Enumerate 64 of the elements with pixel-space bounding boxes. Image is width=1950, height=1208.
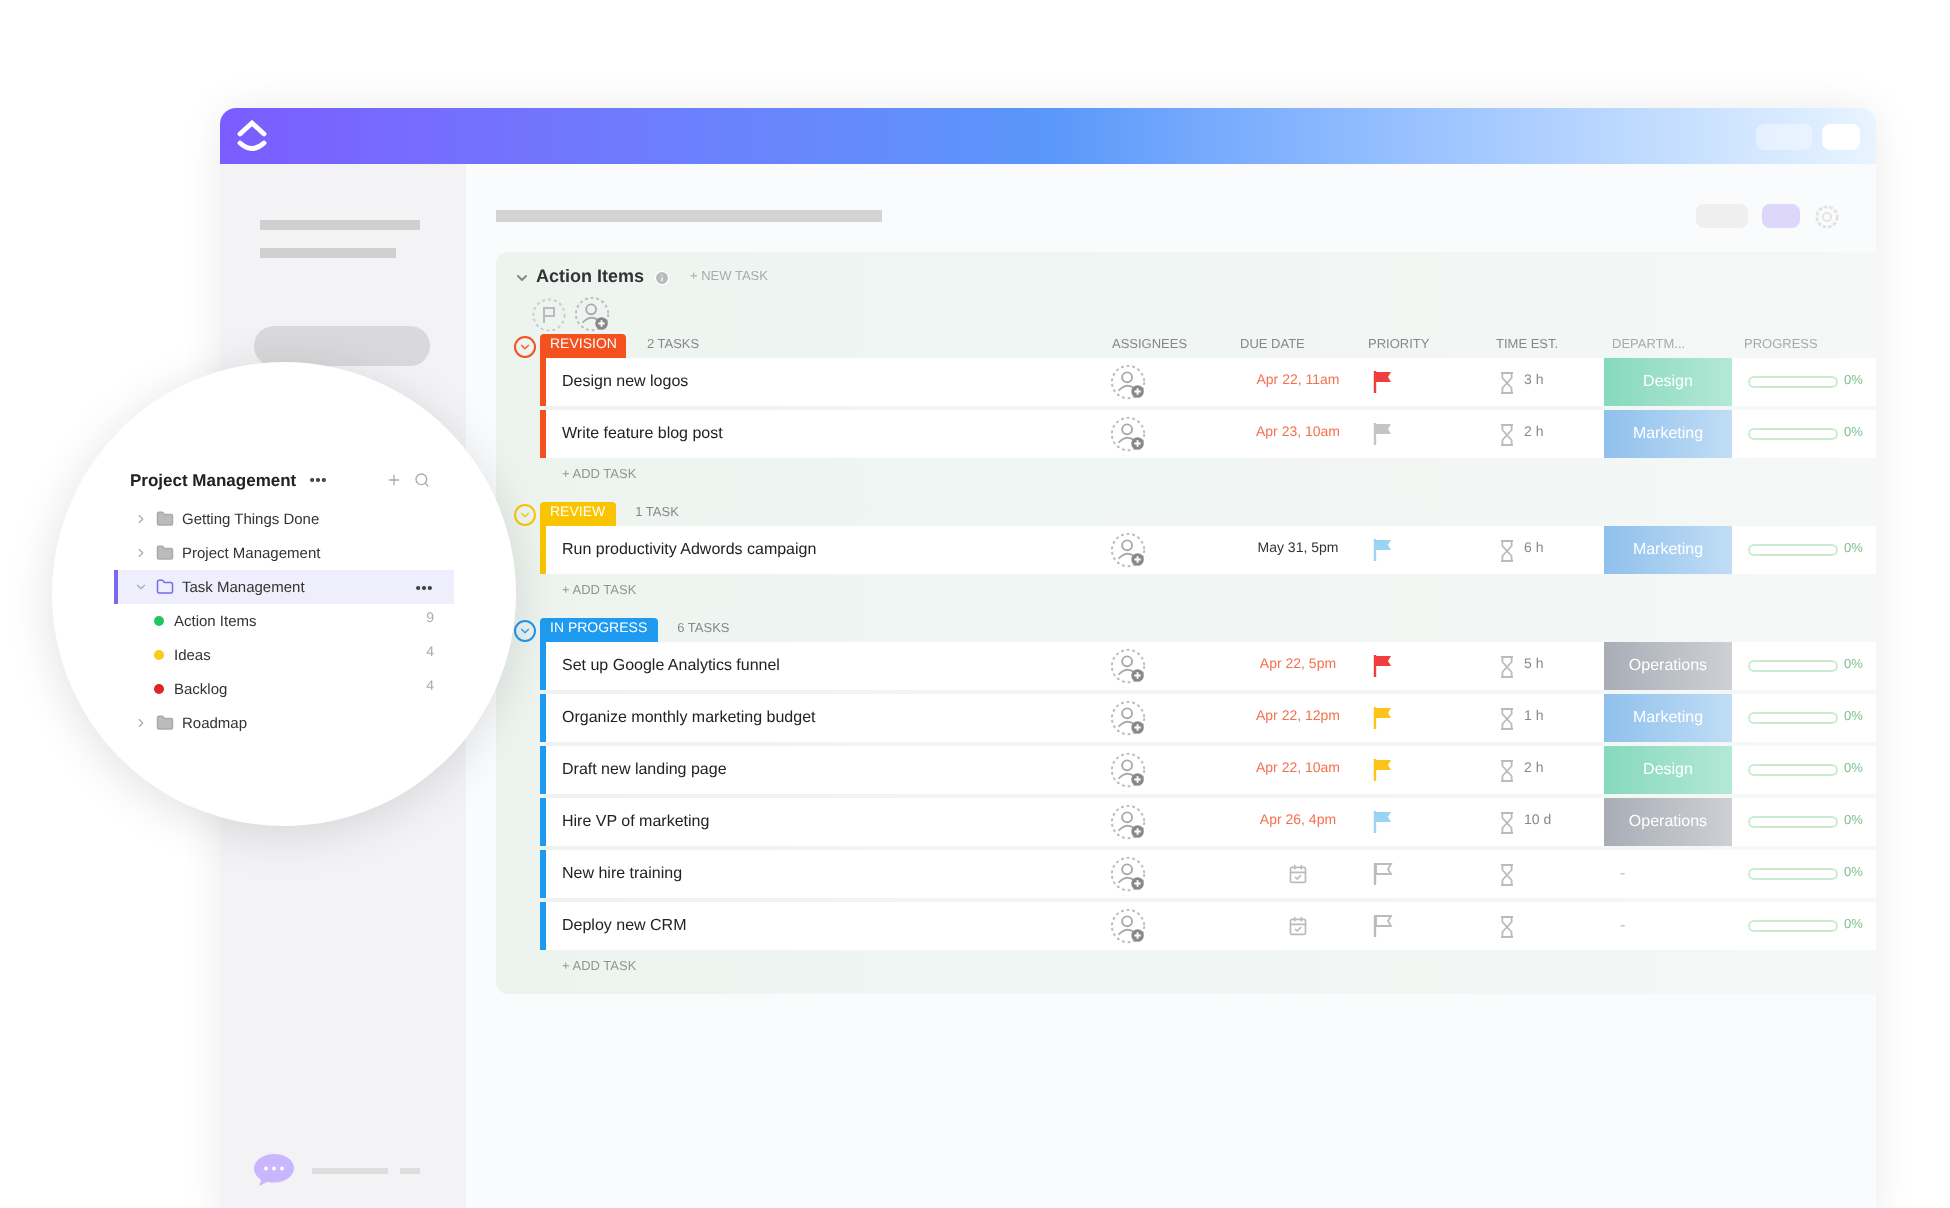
add-assignee-icon[interactable] [1110,751,1148,789]
hourglass-icon [1500,371,1514,393]
flag-icon[interactable] [1372,862,1394,886]
toolbar-button[interactable] [1762,204,1800,228]
caret-icon[interactable] [134,512,148,526]
placeholder-bar [260,248,396,258]
task-name[interactable]: Organize monthly marketing budget [546,706,1102,730]
hourglass-icon [1500,655,1514,677]
caret-icon[interactable] [134,546,148,560]
search-icon[interactable] [414,472,430,488]
top-bar-button[interactable] [1822,123,1860,149]
caret-icon[interactable] [134,716,148,730]
calendar-icon[interactable] [1288,864,1308,884]
add-assignee-icon[interactable] [1110,647,1148,685]
task-name[interactable]: Deploy new CRM [546,914,1102,938]
task-name[interactable]: Set up Google Analytics funnel [546,654,1102,678]
folder-icon [156,578,174,596]
task-name[interactable]: Draft new landing page [546,758,1102,782]
task-name[interactable]: Hire VP of marketing [546,810,1102,834]
task-name[interactable]: Design new logos [546,370,1102,394]
search-field[interactable] [254,326,430,366]
add-assignee-icon[interactable] [1110,803,1148,841]
top-bar-button[interactable] [1756,123,1812,149]
chat-icon[interactable] [252,1152,296,1188]
folder-icon [156,714,174,732]
flag-icon[interactable] [1372,370,1394,394]
collapse-icon[interactable] [514,335,536,357]
task-name[interactable]: Run productivity Adwords campaign [546,538,1102,562]
folder-icon [156,544,174,562]
task-name[interactable]: Write feature blog post [546,422,1102,446]
folder-icon [156,510,174,528]
list-title: Action Items [536,264,645,291]
space-title: Project Management [130,467,297,493]
collapse-icon[interactable] [514,503,536,525]
hourglass-icon [1500,759,1514,781]
flag-filter-icon[interactable] [532,297,566,331]
logo-icon [236,118,268,154]
hourglass-icon [1500,863,1514,885]
add-assignee-icon[interactable] [1110,531,1148,569]
flag-icon[interactable] [1372,654,1394,678]
add-assignee-icon[interactable] [1110,907,1148,945]
flag-icon[interactable] [1372,538,1394,562]
add-icon[interactable] [386,472,402,488]
task-name[interactable]: New hire training [546,862,1102,886]
add-assignee-icon[interactable] [1110,363,1148,401]
add-assignee-icon[interactable] [574,295,612,333]
hourglass-icon [1500,707,1514,729]
settings-icon[interactable] [1814,203,1840,229]
hourglass-icon [1500,539,1514,561]
add-assignee-icon[interactable] [1110,415,1148,453]
flag-icon[interactable] [1372,422,1394,446]
hourglass-icon [1500,811,1514,833]
add-assignee-icon[interactable] [1110,699,1148,737]
flag-icon[interactable] [1372,810,1394,834]
add-assignee-icon[interactable] [1110,855,1148,893]
hourglass-icon [1500,915,1514,937]
flag-icon[interactable] [1372,758,1394,782]
calendar-icon[interactable] [1288,916,1308,936]
flag-icon[interactable] [1372,914,1394,938]
info-icon[interactable] [654,270,671,286]
hourglass-icon [1500,423,1514,445]
flag-icon[interactable] [1372,706,1394,730]
collapse-icon[interactable] [514,270,530,286]
caret-icon[interactable] [134,580,148,594]
